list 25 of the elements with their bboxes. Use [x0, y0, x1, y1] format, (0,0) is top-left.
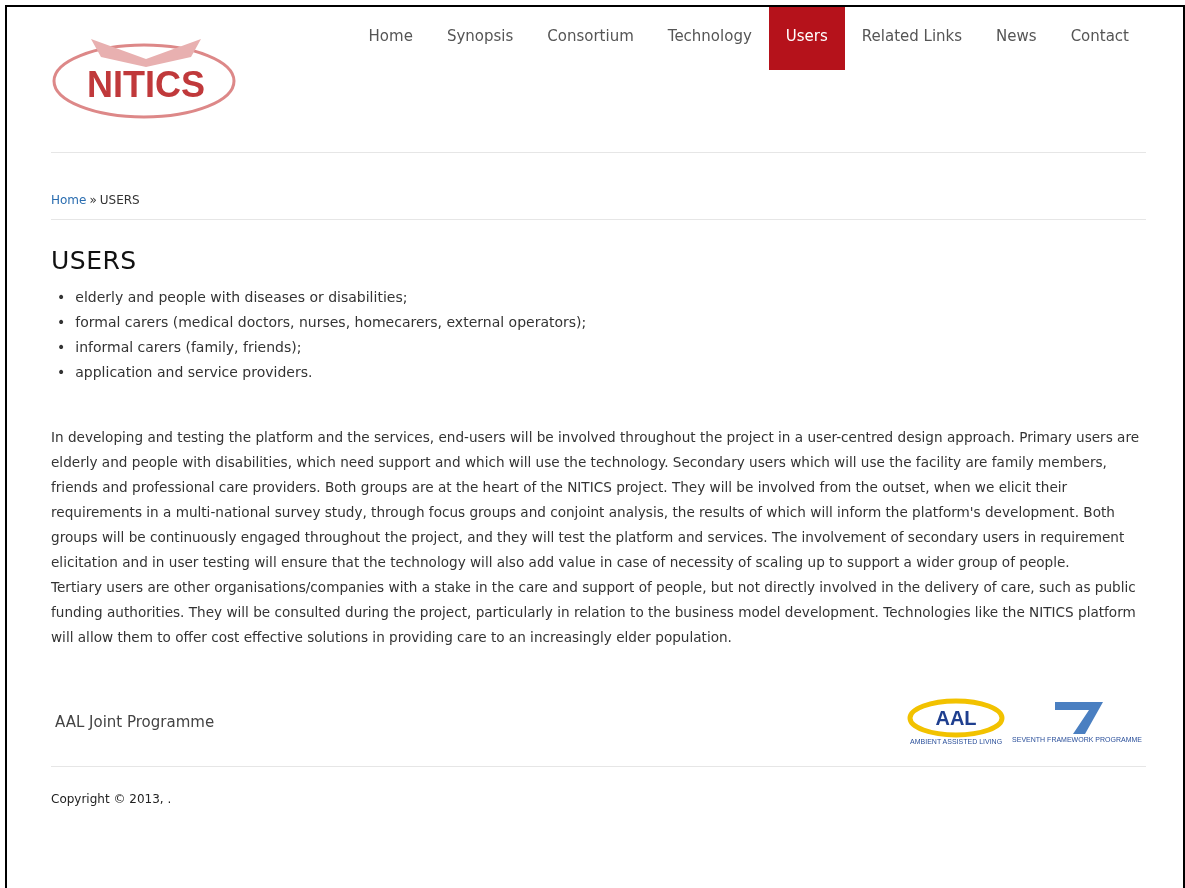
bullet: • [57, 338, 66, 357]
bullet: • [57, 363, 66, 382]
bullet: • [57, 288, 66, 307]
programme-label: AAL Joint Programme [55, 713, 215, 731]
paragraph: In developing and testing the platform and the services, end-users will be involved throughout the project in a user-centred design approach. Primary users are elderly and people with disabilities, which need support and which will use the technology. Secondary users which will use the facility are family members, friends and professional care providers. Both groups are at the heart of the NITICS project. They will be involved from the outset, when we elicit their requirements in a multi-national survey study, through focus groups and conjoint analysis, the results of which will inform the platform's development. Both groups will be continuously engaged throughout the project, and they will test the platform and services. The involvement of secondary users in requirement elicitation and in user testing will ensure that the technology will also add value in case of necessity of scaling up to support a wider group of people. [51, 428, 1141, 572]
nav-link[interactable]: Related Links [844, 7, 980, 70]
list-item: application and service providers. [75, 363, 313, 382]
nav-link[interactable]: News [979, 7, 1054, 70]
breadcrumb-current: USERS [99, 193, 140, 207]
nav-link[interactable]: Consortium [530, 7, 651, 70]
nav-link[interactable]: Home [351, 7, 430, 70]
paragraph: Tertiary users are other organisations/companies with a stake in the care and support of people, but not directly involved in the delivery of care, such as public funding authorities. They will be consulted during the project, particularly in relation to the business model development. Technologies like the NITICS platform will allow them to offer cost effective solutions in providing care to an increasingly elder population. [51, 578, 1137, 647]
list-item: formal carers (medical doctors, nurses, homecarers, external operators); [75, 313, 587, 332]
bullet: • [57, 313, 66, 332]
list-item: elderly and people with diseases or disabilities; [75, 288, 408, 307]
breadcrumb-link[interactable]: Home [51, 193, 87, 207]
copyright-text: Copyright © 2013, . [51, 791, 173, 806]
list-item: informal carers (family, friends); [75, 338, 302, 357]
aal-logo: AAL [906, 698, 1007, 738]
nav-link[interactable]: Contact [1053, 7, 1146, 70]
nav-link[interactable]: Technology [650, 7, 769, 70]
nav-link[interactable]: Synopsis [429, 7, 531, 70]
nav-link[interactable]: Users [768, 7, 845, 70]
breadcrumb-separator: » [89, 193, 97, 207]
page-title: USERS [51, 246, 138, 275]
